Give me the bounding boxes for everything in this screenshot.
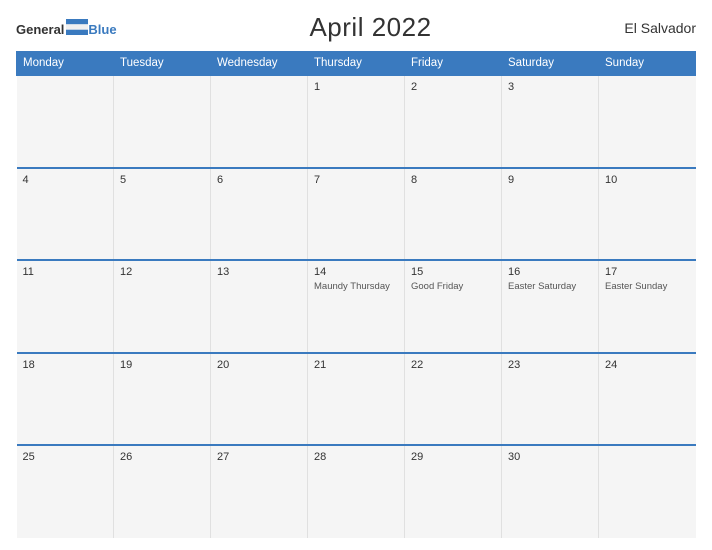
day-number: 19	[120, 359, 204, 371]
country-label: El Salvador	[624, 20, 696, 36]
calendar-cell: 4	[17, 168, 114, 261]
calendar-cell: 21	[308, 353, 405, 446]
calendar-cell: 22	[405, 353, 502, 446]
day-number: 11	[23, 266, 108, 278]
holiday-label: Easter Sunday	[605, 281, 690, 293]
calendar-cell: 5	[114, 168, 211, 261]
holiday-label: Good Friday	[411, 281, 495, 293]
calendar-cell	[599, 75, 696, 168]
calendar-week-row: 1 2 3	[17, 75, 696, 168]
calendar-cell: 11	[17, 260, 114, 353]
calendar-cell	[599, 445, 696, 538]
calendar-cell: 26	[114, 445, 211, 538]
calendar-week-row: 45 6 7 8 9 10	[17, 168, 696, 261]
logo-blue-text: Blue	[88, 23, 116, 36]
day-number: 22	[411, 359, 495, 371]
calendar-title: April 2022	[309, 12, 431, 43]
calendar-cell: 13	[211, 260, 308, 353]
col-saturday: Saturday	[502, 52, 599, 76]
calendar-cell: 27	[211, 445, 308, 538]
day-number: 2	[411, 81, 495, 93]
day-number: 14	[314, 266, 398, 278]
calendar-cell: 24	[599, 353, 696, 446]
calendar-cell: 19	[114, 353, 211, 446]
calendar-cell: 16 Easter Saturday	[502, 260, 599, 353]
day-number: 21	[314, 359, 398, 371]
calendar-cell: 28	[308, 445, 405, 538]
calendar-cell: 3	[502, 75, 599, 168]
calendar-cell	[17, 75, 114, 168]
calendar-cell: 2	[405, 75, 502, 168]
day-number: 6	[217, 174, 301, 186]
col-tuesday: Tuesday	[114, 52, 211, 76]
day-number: 16	[508, 266, 592, 278]
calendar-cell: 8	[405, 168, 502, 261]
calendar-cell: 14 Maundy Thursday	[308, 260, 405, 353]
col-monday: Monday	[17, 52, 114, 76]
col-thursday: Thursday	[308, 52, 405, 76]
calendar-week-row: 25 26 27 28 29 30	[17, 445, 696, 538]
calendar-cell: 7	[308, 168, 405, 261]
calendar-cell: 23	[502, 353, 599, 446]
calendar-table: Monday Tuesday Wednesday Thursday Friday…	[16, 51, 696, 538]
calendar-page: General Blue April 2022 El Salvador Mond…	[0, 0, 712, 550]
col-friday: Friday	[405, 52, 502, 76]
day-number: 23	[508, 359, 592, 371]
calendar-cell: 1	[308, 75, 405, 168]
calendar-cell: 6	[211, 168, 308, 261]
day-number: 1	[314, 81, 398, 93]
day-number: 30	[508, 451, 592, 463]
day-number: 13	[217, 266, 301, 278]
calendar-cell: 18	[17, 353, 114, 446]
calendar-cell	[211, 75, 308, 168]
calendar-cell: 9	[502, 168, 599, 261]
calendar-cell: 17 Easter Sunday	[599, 260, 696, 353]
holiday-label: Easter Saturday	[508, 281, 592, 293]
calendar-cell: 20	[211, 353, 308, 446]
calendar-cell: 30	[502, 445, 599, 538]
holiday-label: Maundy Thursday	[314, 281, 398, 293]
day-number: 9	[508, 174, 592, 186]
calendar-cell: 29	[405, 445, 502, 538]
logo-general-text: General	[16, 23, 64, 36]
day-number: 28	[314, 451, 398, 463]
calendar-week-row: 18 19 20 21 22 23 24	[17, 353, 696, 446]
calendar-week-row: 11 12 13 14 Maundy Thursday 15 Good Friday 16 Ea…	[17, 260, 696, 353]
day-number: 25	[23, 451, 108, 463]
day-number: 8	[411, 174, 495, 186]
col-sunday: Sunday	[599, 52, 696, 76]
calendar-header-row: Monday Tuesday Wednesday Thursday Friday…	[17, 52, 696, 76]
day-number: 4	[23, 174, 108, 186]
day-number: 5	[120, 174, 204, 186]
day-number: 17	[605, 266, 690, 278]
day-number: 7	[314, 174, 398, 186]
day-number: 29	[411, 451, 495, 463]
calendar-cell: 12	[114, 260, 211, 353]
calendar-cell: 25	[17, 445, 114, 538]
header: General Blue April 2022 El Salvador	[16, 12, 696, 43]
day-number: 24	[605, 359, 690, 371]
day-number: 26	[120, 451, 204, 463]
day-number: 3	[508, 81, 592, 93]
day-number: 18	[23, 359, 108, 371]
day-number: 15	[411, 266, 495, 278]
col-wednesday: Wednesday	[211, 52, 308, 76]
logo-flag-icon	[66, 19, 88, 35]
calendar-cell: 15 Good Friday	[405, 260, 502, 353]
logo: General Blue	[16, 20, 117, 36]
day-number: 12	[120, 266, 204, 278]
calendar-cell	[114, 75, 211, 168]
day-number: 27	[217, 451, 301, 463]
day-number: 20	[217, 359, 301, 371]
day-number: 10	[605, 174, 690, 186]
calendar-cell: 10	[599, 168, 696, 261]
